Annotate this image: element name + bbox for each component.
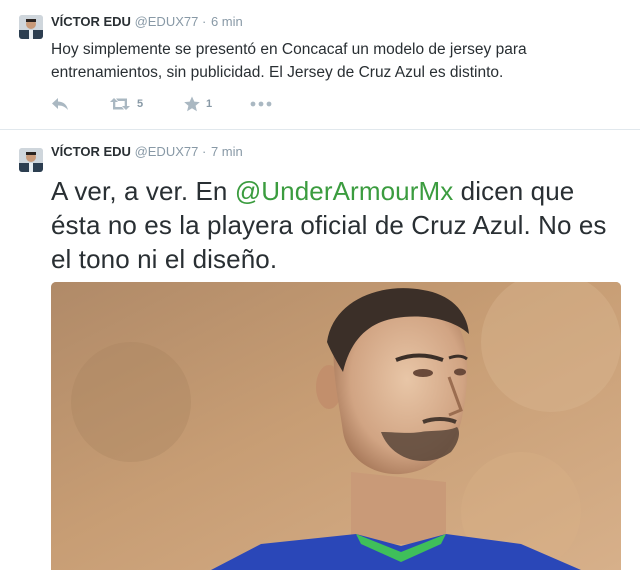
mention-link[interactable]: @UnderArmourMx xyxy=(235,176,454,206)
tweet-text: A ver, a ver. En @UnderArmourMx dicen qu… xyxy=(51,174,621,276)
timestamp[interactable]: 6 min xyxy=(211,14,243,29)
tweet-actions: 5 1 xyxy=(51,93,311,115)
reply-button[interactable] xyxy=(51,93,69,115)
mannequin-photo[interactable] xyxy=(51,282,621,570)
star-icon xyxy=(183,96,201,112)
favorite-count: 1 xyxy=(206,98,213,110)
author-handle[interactable]: @EDUX77 xyxy=(135,144,199,159)
avatar[interactable] xyxy=(19,148,43,172)
tweet-header: VÍCTOR EDU @EDUX77 · 7 min xyxy=(51,144,243,159)
retweet-count: 5 xyxy=(137,98,144,110)
timestamp[interactable]: 7 min xyxy=(211,144,243,159)
separator: · xyxy=(201,144,207,159)
author-handle[interactable]: @EDUX77 xyxy=(135,14,199,29)
tweet-text: Hoy simplemente se presentó en Concacaf … xyxy=(51,41,527,81)
avatar[interactable] xyxy=(19,15,43,39)
tweet-1[interactable]: VÍCTOR EDU @EDUX77 · 6 min Hoy simplemen… xyxy=(0,0,640,130)
reply-icon xyxy=(51,97,69,111)
favorite-button[interactable]: 1 xyxy=(183,93,212,115)
tweet-header: VÍCTOR EDU @EDUX77 · 6 min xyxy=(51,14,243,29)
separator: · xyxy=(201,14,207,29)
author-name[interactable]: VÍCTOR EDU xyxy=(51,14,131,29)
more-icon xyxy=(250,101,272,107)
author-name[interactable]: VÍCTOR EDU xyxy=(51,144,131,159)
more-button[interactable] xyxy=(250,93,272,115)
retweet-icon xyxy=(108,97,132,111)
retweet-button[interactable]: 5 xyxy=(108,93,143,115)
tweet-2[interactable]: VÍCTOR EDU @EDUX77 · 7 min A ver, a ver.… xyxy=(0,130,640,570)
tweet-text-start: A ver, a ver. En xyxy=(51,176,235,206)
